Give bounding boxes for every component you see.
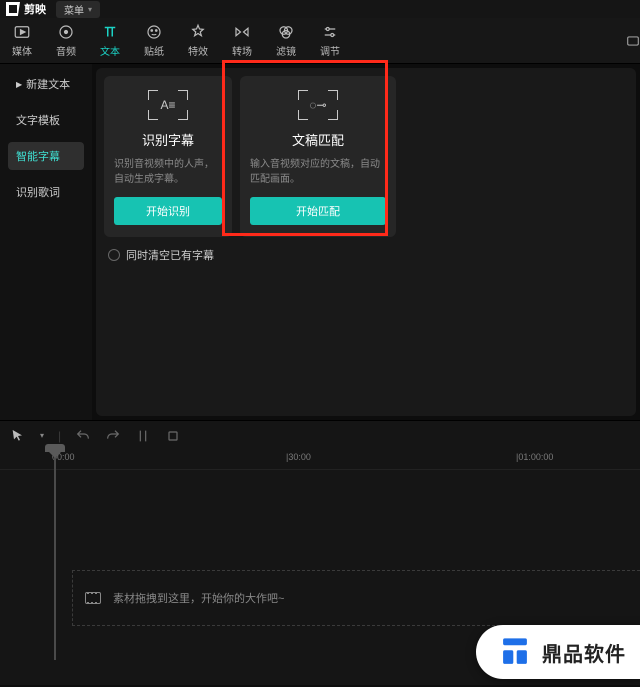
cards-row: A≡ 识别字幕 识别音视频中的人声，自动生成字幕。 开始识别 ◌⊸ 文稿匹配 输…	[100, 72, 632, 241]
tab-effects[interactable]: 特效	[176, 23, 220, 58]
triangle-right-icon: ▶	[16, 80, 22, 89]
delete-icon[interactable]	[165, 428, 181, 444]
tab-sticker[interactable]: 贴纸	[132, 23, 176, 58]
menu-label: 菜单	[64, 2, 84, 17]
sidebar-item-new-text[interactable]: ▶ 新建文本	[8, 70, 84, 98]
card-desc: 识别音视频中的人声，自动生成字幕。	[114, 157, 222, 187]
tab-text[interactable]: 文本	[88, 23, 132, 58]
tab-label: 滤镜	[276, 43, 296, 58]
sidebar-item-text-template[interactable]: 文字模板	[8, 106, 84, 134]
audio-icon	[57, 23, 75, 41]
sidebar: ▶ 新建文本 文字模板 智能字幕 识别歌词	[0, 64, 92, 420]
start-recognition-button[interactable]: 开始识别	[114, 197, 222, 225]
checkbox-label: 同时清空已有字幕	[126, 247, 214, 263]
card-title: 识别字幕	[142, 130, 194, 149]
track-placeholder: 素材拖拽到这里，开始你的大作吧~	[113, 590, 284, 606]
tab-label: 贴纸	[144, 43, 164, 58]
chevron-down-icon[interactable]: ▾	[40, 431, 44, 440]
filter-icon	[277, 23, 295, 41]
ruler-mark: |01:00:00	[516, 452, 553, 462]
transition-icon	[233, 23, 251, 41]
content-area: ▶ 新建文本 文字模板 智能字幕 识别歌词 A≡ 识别字幕 识别音视频中的人声，…	[0, 64, 640, 420]
app-logo: 剪映	[6, 1, 46, 17]
cursor-icon[interactable]	[10, 428, 26, 444]
sidebar-item-label: 智能字幕	[16, 148, 60, 164]
tab-label: 转场	[232, 43, 252, 58]
sidebar-item-label: 文字模板	[16, 112, 60, 128]
partial-tab-icon	[626, 34, 640, 48]
split-icon[interactable]	[135, 428, 151, 444]
main-toolbar: 媒体 音频 文本 贴纸 特效 转场 滤镜	[0, 18, 640, 64]
card-title: 文稿匹配	[292, 130, 344, 149]
film-icon	[85, 592, 101, 604]
separator: |	[58, 429, 61, 443]
checkbox-icon[interactable]	[108, 249, 120, 261]
logo-icon	[6, 2, 20, 16]
sidebar-item-label: 识别歌词	[16, 184, 60, 200]
subtitle-scan-icon: A≡	[148, 90, 188, 120]
sticker-icon	[145, 23, 163, 41]
card-subtitle-recognition: A≡ 识别字幕 识别音视频中的人声，自动生成字幕。 开始识别	[104, 76, 232, 237]
track-drop-area[interactable]: 素材拖拽到这里，开始你的大作吧~	[72, 570, 640, 626]
tab-label: 特效	[188, 43, 208, 58]
ruler-mark: |30:00	[286, 452, 311, 462]
adjust-icon	[321, 23, 339, 41]
transcript-scan-icon: ◌⊸	[298, 90, 338, 120]
effects-icon	[189, 23, 207, 41]
media-icon	[13, 23, 31, 41]
tab-adjust[interactable]: 调节	[308, 23, 352, 58]
tab-audio[interactable]: 音频	[44, 23, 88, 58]
chevron-down-icon: ▾	[88, 5, 92, 14]
time-ruler[interactable]: 00:00 |30:00 |01:00:00	[0, 450, 640, 470]
tab-label: 媒体	[12, 43, 32, 58]
watermark-badge: 鼎品软件	[476, 625, 640, 679]
tab-media[interactable]: 媒体	[0, 23, 44, 58]
playhead[interactable]	[54, 450, 56, 660]
text-icon	[101, 23, 119, 41]
app-title: 剪映	[24, 1, 46, 17]
menu-button[interactable]: 菜单 ▾	[56, 1, 100, 18]
edit-toolbar: ▾ |	[0, 420, 640, 450]
sidebar-item-smart-subtitle[interactable]: 智能字幕	[8, 142, 84, 170]
titlebar: 剪映 菜单 ▾	[0, 0, 640, 18]
clear-subtitles-option[interactable]: 同时清空已有字幕	[100, 241, 632, 269]
tab-transition[interactable]: 转场	[220, 23, 264, 58]
card-desc: 输入音视频对应的文稿，自动匹配画面。	[250, 157, 386, 187]
sidebar-item-label: 新建文本	[26, 76, 70, 92]
redo-icon[interactable]	[105, 428, 121, 444]
sidebar-item-lyrics[interactable]: 识别歌词	[8, 178, 84, 206]
watermark-text: 鼎品软件	[542, 638, 626, 667]
start-match-button[interactable]: 开始匹配	[250, 197, 386, 225]
watermark-icon	[498, 635, 532, 669]
tab-label: 调节	[320, 43, 340, 58]
undo-icon[interactable]	[75, 428, 91, 444]
card-transcript-match: ◌⊸ 文稿匹配 输入音视频对应的文稿，自动匹配画面。 开始匹配	[240, 76, 396, 237]
tab-label: 音频	[56, 43, 76, 58]
tab-filter[interactable]: 滤镜	[264, 23, 308, 58]
tab-label: 文本	[100, 43, 120, 58]
main-panel: A≡ 识别字幕 识别音视频中的人声，自动生成字幕。 开始识别 ◌⊸ 文稿匹配 输…	[96, 68, 636, 416]
